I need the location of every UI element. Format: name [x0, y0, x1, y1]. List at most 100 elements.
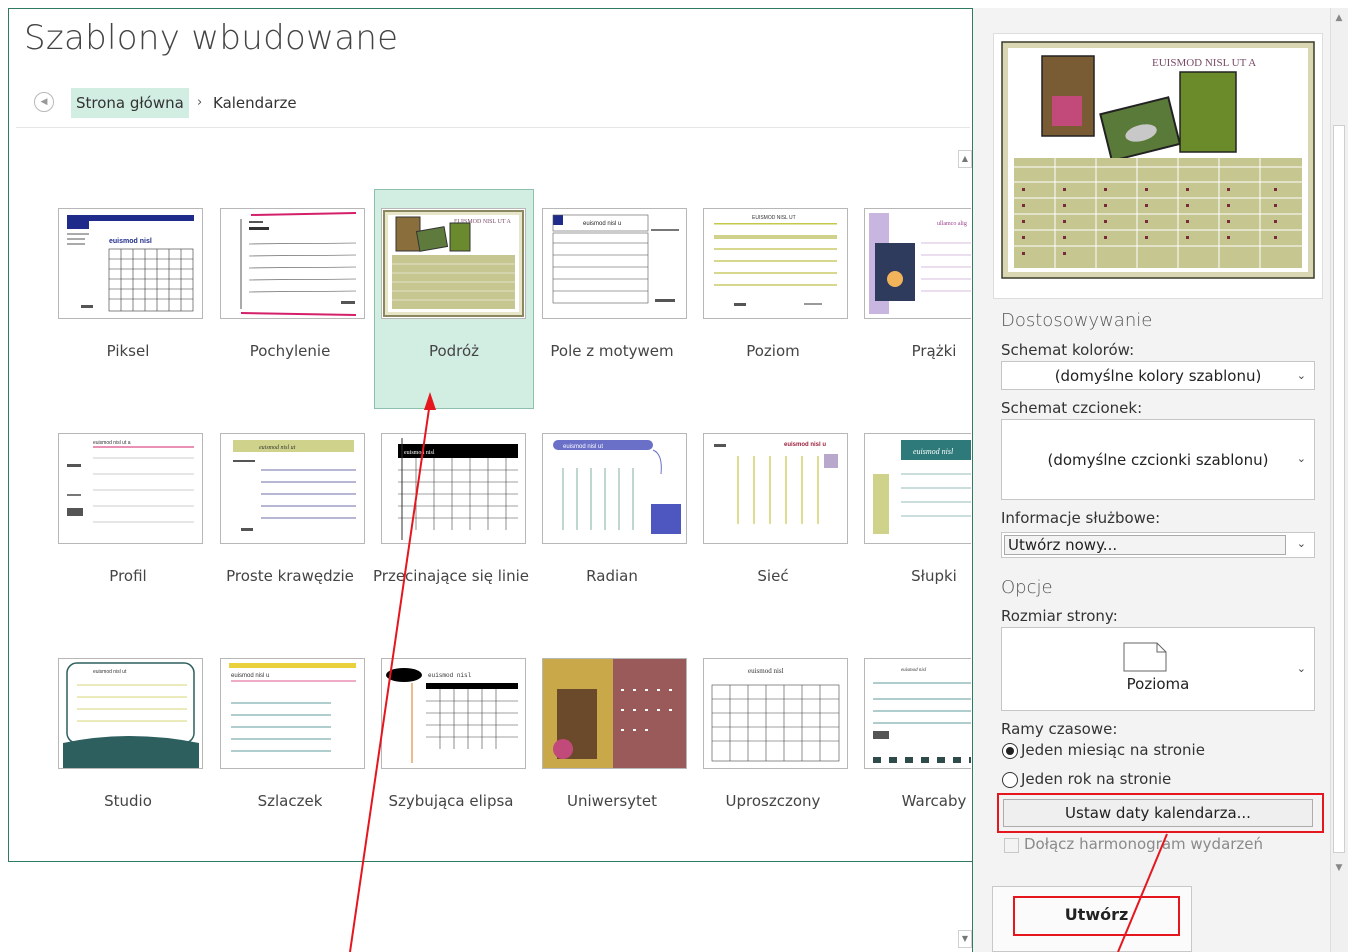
thumb-title: euismod nisl: [428, 672, 472, 679]
template-label: Prążki: [911, 342, 957, 360]
include-schedule-label[interactable]: Dołącz harmonogram wydarzeń: [1024, 835, 1263, 853]
thumb-title: euismod nisl: [913, 447, 954, 456]
template-tile-pole-z-motywem[interactable]: euismod nisl u Pole z motywem: [533, 190, 691, 408]
page-size-label: Rozmiar strony:: [1001, 607, 1118, 625]
template-label: Poziom: [746, 342, 800, 360]
color-scheme-label: Schemat kolorów:: [1001, 341, 1135, 359]
template-thumbnail: euismod nisl u: [220, 658, 365, 769]
template-thumbnail: ullamco alig: [864, 208, 971, 319]
business-info-dropdown[interactable]: Utwórz nowy... ⌄: [1001, 532, 1315, 558]
business-info-value: Utwórz nowy...: [1008, 536, 1118, 554]
thumb-title: euismod nisl u: [784, 442, 826, 448]
template-thumbnail: euismod nisl u: [542, 208, 687, 319]
template-thumbnail: euismod nisl ut: [542, 433, 687, 544]
timeframe-month-radio[interactable]: [1002, 743, 1018, 759]
thumb-title: euismod nisl: [901, 668, 927, 673]
template-grid: euismod nisl Piksel Pochylenie EUISMOD N…: [0, 0, 971, 860]
svg-text:euismod nisl: euismod nisl: [109, 238, 152, 245]
template-tile-studio[interactable]: euismod nisl ut Studio: [49, 640, 207, 858]
font-scheme-value: (domyślne czcionki szablonu): [1047, 451, 1269, 469]
scroll-up-icon[interactable]: ▲: [1332, 10, 1346, 26]
template-label: Podróż: [428, 342, 480, 360]
template-label: Sieć: [757, 567, 789, 585]
template-tile-przecinajace-sie-linie[interactable]: euismod nisl Przecinające się linie: [372, 415, 530, 633]
chevron-down-icon: ⌄: [1296, 662, 1306, 675]
thumb-title: euismod nisl u: [583, 221, 621, 227]
template-thumbnail: euismod nisl: [58, 208, 203, 319]
template-preview: EUISMOD NISL UT A: [993, 33, 1323, 299]
template-label: Studio: [104, 792, 152, 810]
template-label: Proste krawędzie: [226, 567, 354, 585]
template-label: Przecinające się linie: [373, 567, 529, 585]
template-label: Piksel: [106, 342, 150, 360]
template-thumbnail: EUISMOD NISL UT: [703, 208, 848, 319]
landscape-page-icon: [1123, 642, 1167, 672]
font-scheme-label: Schemat czcionek:: [1001, 399, 1143, 417]
customize-heading: Dostosowywanie: [1001, 310, 1153, 331]
thumb-title: euismod nisl u: [231, 673, 269, 679]
template-label: Szlaczek: [257, 792, 323, 810]
template-thumbnail: euismod nisl: [381, 658, 526, 769]
template-tile-radian[interactable]: euismod nisl ut Radian: [533, 415, 691, 633]
template-tile-slupki[interactable]: euismod nisl Słupki: [855, 415, 971, 633]
template-label: Profil: [109, 567, 147, 585]
template-tile-proste-krawedzie[interactable]: euismod nisl ut Proste krawędzie: [211, 415, 369, 633]
template-thumbnail: [220, 208, 365, 319]
template-label: Szybująca elipsa: [388, 792, 514, 810]
template-tile-poziom[interactable]: EUISMOD NISL UT Poziom: [694, 190, 852, 408]
template-tile-warcaby[interactable]: euismod nisl Warcaby: [855, 640, 971, 858]
template-thumbnail: euismod nisl: [703, 658, 848, 769]
gallery-scroll-down-icon[interactable]: ▼: [958, 930, 972, 948]
color-scheme-dropdown[interactable]: (domyślne kolory szablonu) ⌄: [1001, 361, 1315, 390]
create-button-label[interactable]: Utwórz: [1013, 905, 1180, 924]
scroll-down-icon[interactable]: ▼: [1332, 860, 1346, 876]
timeframe-month-label[interactable]: Jeden miesiąc na stronie: [1021, 741, 1205, 759]
timeframe-label: Ramy czasowe:: [1001, 720, 1118, 738]
template-label: Pochylenie: [249, 342, 331, 360]
chevron-down-icon: ⌄: [1296, 452, 1306, 465]
template-label: Uniwersytet: [567, 792, 657, 810]
template-label: Uproszczony: [725, 792, 821, 810]
template-thumbnail: euismod nisl u: [703, 433, 848, 544]
thumb-title: euismod nisl ut: [563, 444, 603, 450]
template-thumbnail: euismod nisl ut: [58, 658, 203, 769]
options-heading: Opcje: [1001, 577, 1053, 598]
template-label: Pole z motywem: [550, 342, 674, 360]
template-thumbnail: euismod nisl ut a: [58, 433, 203, 544]
template-thumbnail: [542, 658, 687, 769]
template-thumbnail: euismod nisl ut: [220, 433, 365, 544]
timeframe-year-radio[interactable]: [1002, 772, 1018, 788]
template-label: Warcaby: [901, 792, 967, 810]
timeframe-year-label[interactable]: Jeden rok na stronie: [1021, 770, 1171, 788]
template-tile-profil[interactable]: euismod nisl ut a Profil: [49, 415, 207, 633]
template-tile-piksel[interactable]: euismod nisl Piksel: [49, 190, 207, 408]
thumb-title: euismod nisl ut a: [93, 440, 131, 446]
thumb-title: euismod nisl: [404, 450, 435, 456]
template-tile-pochylenie[interactable]: Pochylenie: [211, 190, 369, 408]
thumb-title: euismod nisl ut: [93, 669, 127, 675]
template-tile-uniwersytet[interactable]: Uniwersytet: [533, 640, 691, 858]
highlight-box: [997, 793, 1324, 833]
template-label: Słupki: [911, 567, 957, 585]
page-size-dropdown[interactable]: Pozioma ⌄: [1001, 627, 1315, 711]
thumb-title: EUISMOD NISL UT: [752, 215, 796, 221]
template-tile-siec[interactable]: euismod nisl u Sieć: [694, 415, 852, 633]
chevron-down-icon: ⌄: [1296, 537, 1306, 550]
font-scheme-dropdown[interactable]: (domyślne czcionki szablonu) ⌄: [1001, 419, 1315, 500]
template-tile-uproszczony[interactable]: euismod nisl Uproszczony: [694, 640, 852, 858]
business-info-label: Informacje służbowe:: [1001, 509, 1161, 527]
template-thumbnail: euismod nisl: [381, 433, 526, 544]
page-size-value: Pozioma: [1126, 675, 1190, 693]
thumb-title: euismod nisl ut: [259, 445, 296, 451]
template-tile-podroz[interactable]: EUISMOD NISL UT A Podróż: [374, 189, 534, 409]
gallery-scroll-up-icon[interactable]: ▲: [958, 150, 972, 168]
chevron-down-icon: ⌄: [1296, 369, 1306, 382]
template-tile-szlaczek[interactable]: euismod nisl u Szlaczek: [211, 640, 369, 858]
thumb-title: ullamco alig: [937, 221, 967, 227]
template-label: Radian: [586, 567, 638, 585]
thumb-title: euismod nisl: [748, 667, 784, 675]
include-schedule-checkbox[interactable]: [1004, 838, 1019, 853]
template-tile-prazki[interactable]: ullamco alig Prążki: [855, 190, 971, 408]
scrollbar-thumb[interactable]: [1333, 125, 1345, 853]
template-tile-szybujaca-elipsa[interactable]: euismod nisl Szybująca elipsa: [372, 640, 530, 858]
